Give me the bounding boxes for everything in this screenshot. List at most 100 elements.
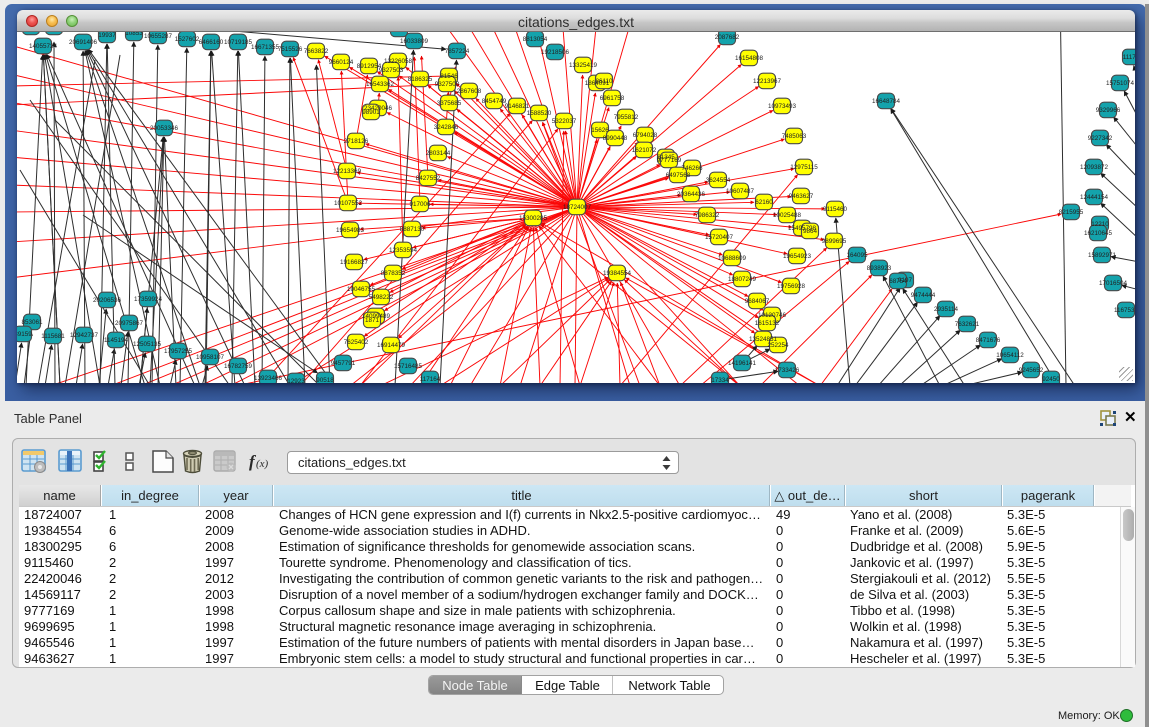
svg-text:6466160: 6466160	[199, 39, 224, 46]
svg-text:17359924: 17359924	[134, 296, 163, 303]
svg-text:7485063: 7485063	[782, 133, 807, 140]
svg-text:2867608: 2867608	[457, 88, 482, 95]
svg-text:81546: 81546	[440, 73, 458, 80]
svg-text:10655287: 10655287	[144, 33, 173, 40]
svg-text:10973493: 10973493	[768, 103, 797, 110]
svg-text:9327508: 9327508	[435, 81, 460, 88]
svg-text:20364436: 20364436	[677, 191, 706, 198]
svg-text:20975867: 20975867	[115, 320, 144, 327]
svg-text:16914479: 16914479	[377, 342, 406, 349]
svg-text:17957255: 17957255	[164, 348, 193, 355]
svg-text:10654112: 10654112	[996, 352, 1024, 359]
svg-text:17334: 17334	[711, 377, 729, 383]
svg-text:7986322: 7986322	[695, 212, 720, 219]
svg-text:1621072: 1621072	[632, 147, 657, 154]
svg-text:12213967: 12213967	[753, 78, 782, 85]
svg-text:9115460: 9115460	[823, 206, 848, 213]
svg-text:3242846: 3242846	[434, 124, 459, 131]
svg-text:917006: 917006	[409, 201, 431, 208]
svg-text:90518: 90518	[316, 377, 334, 383]
svg-text:18724007: 18724007	[563, 204, 592, 211]
svg-text:1527602: 1527602	[175, 36, 200, 43]
svg-text:12444154: 12444154	[1080, 194, 1109, 201]
svg-text:9463627: 9463627	[789, 193, 814, 200]
svg-text:2087682: 2087682	[715, 34, 740, 41]
svg-text:98901: 98901	[362, 109, 380, 116]
svg-text:1615132: 1615132	[755, 320, 780, 327]
svg-text:15626: 15626	[591, 127, 609, 134]
svg-text:9329966: 9329966	[1096, 107, 1121, 114]
svg-text:92450: 92450	[1042, 376, 1060, 383]
svg-text:15300285: 15300285	[519, 215, 548, 222]
svg-text:7857224: 7857224	[445, 48, 470, 55]
svg-text:13923466: 13923466	[254, 375, 283, 382]
svg-text:2935114: 2935114	[934, 306, 959, 313]
svg-text:9864: 9864	[803, 228, 818, 235]
svg-text:17016504: 17016504	[1099, 280, 1128, 287]
svg-text:1588520: 1588520	[527, 110, 552, 117]
svg-text:18807249: 18807249	[728, 276, 757, 283]
svg-text:9777169: 9777169	[657, 157, 682, 164]
svg-text:9899695: 9899695	[822, 238, 847, 245]
svg-text:19654983: 19654983	[336, 227, 365, 234]
svg-text:16543362: 16543362	[366, 81, 395, 88]
svg-text:12942737: 12942737	[70, 332, 99, 339]
svg-text:5322037: 5322037	[552, 118, 577, 125]
svg-text:7955812: 7955812	[614, 114, 639, 121]
svg-text:8215955: 8215955	[1059, 209, 1084, 216]
svg-text:39159: 39159	[17, 331, 32, 338]
svg-text:12093872: 12093872	[1080, 164, 1109, 171]
svg-text:1115681: 1115681	[41, 333, 65, 340]
svg-text:16033809: 16033809	[400, 38, 429, 45]
svg-text:12353594: 12353594	[389, 247, 418, 254]
svg-text:16154808: 16154808	[735, 55, 764, 62]
svg-text:15720407: 15720407	[705, 234, 734, 241]
svg-text:20206536: 20206536	[93, 297, 122, 304]
svg-text:7515526: 7515526	[278, 46, 303, 53]
svg-text:8887130: 8887130	[400, 226, 425, 233]
svg-text:16782759: 16782759	[224, 363, 253, 370]
svg-text:10025488: 10025488	[773, 212, 802, 219]
svg-text:2718126: 2718126	[344, 138, 369, 145]
svg-text:16648784: 16648784	[872, 98, 901, 105]
svg-text:15751074: 15751074	[1106, 80, 1135, 87]
svg-text:9245652: 9245652	[1019, 367, 1044, 374]
svg-text:86110: 86110	[595, 78, 613, 85]
svg-text:9146821: 9146821	[505, 103, 530, 110]
svg-text:19937: 19937	[98, 32, 116, 39]
svg-text:7625402: 7625402	[344, 339, 369, 346]
svg-text:15716485: 15716485	[394, 363, 423, 370]
svg-text:20053346: 20053346	[150, 125, 179, 132]
svg-text:2803144: 2803144	[426, 150, 451, 157]
svg-text:7632621: 7632621	[955, 321, 980, 328]
svg-text:10958107: 10958107	[196, 354, 225, 361]
svg-text:11174: 11174	[1123, 54, 1135, 61]
svg-text:19166827: 19166827	[340, 259, 369, 266]
svg-text:8186325: 8186325	[408, 76, 433, 83]
svg-text:746266: 746266	[681, 165, 703, 172]
svg-text:9327503: 9327503	[379, 67, 404, 74]
svg-text:6794028: 6794028	[633, 132, 658, 139]
svg-text:10120746: 10120746	[758, 312, 787, 319]
svg-text:8938923: 8938923	[867, 265, 892, 272]
svg-text:8427552: 8427552	[416, 175, 441, 182]
svg-text:1145194: 1145194	[104, 337, 129, 344]
svg-text:10853: 10853	[125, 32, 143, 37]
svg-text:12975115: 12975115	[790, 164, 818, 171]
svg-text:3624554: 3624554	[706, 177, 731, 184]
svg-text:13226058: 13226058	[384, 58, 413, 65]
svg-text:10719185: 10719185	[224, 39, 253, 46]
svg-text:1733426: 1733426	[775, 367, 800, 374]
svg-text:8471676: 8471676	[976, 337, 1001, 344]
svg-text:9474444: 9474444	[911, 292, 936, 299]
svg-text:10688609: 10688609	[718, 255, 747, 262]
svg-text:5498222: 5498222	[369, 294, 394, 301]
svg-text:14196141: 14196141	[728, 360, 757, 367]
svg-text:1871: 1871	[365, 317, 380, 324]
svg-text:10607487: 10607487	[726, 188, 755, 195]
svg-text:20691406: 20691406	[69, 39, 98, 46]
svg-text:7663822: 7663822	[304, 48, 329, 55]
svg-text:12213369: 12213369	[333, 168, 362, 175]
svg-text:8813054: 8813054	[523, 36, 548, 43]
svg-text:8990448: 8990448	[603, 135, 628, 142]
